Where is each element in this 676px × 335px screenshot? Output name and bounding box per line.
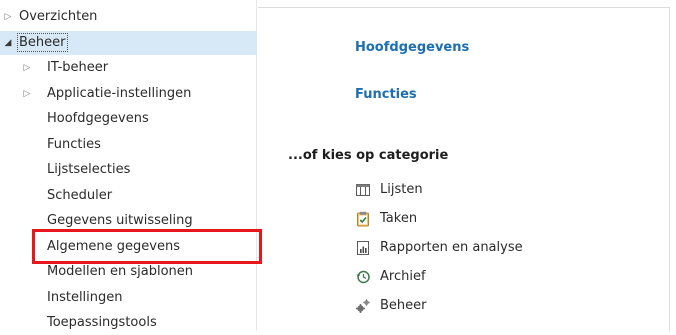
- nav-item-functies[interactable]: Functies: [0, 133, 257, 157]
- expand-arrow-icon[interactable]: ▷: [3, 5, 13, 29]
- nav-item-lijstselecties[interactable]: Lijstselecties: [0, 158, 257, 182]
- category-label: Archief: [380, 269, 426, 284]
- nav-item-applicatie-instellingen[interactable]: ▷ Applicatie-instellingen: [0, 82, 257, 106]
- nav-item-label: Applicatie-instellingen: [47, 86, 192, 101]
- link-functies[interactable]: Functies: [355, 87, 417, 102]
- nav-item-algemene-gegevens[interactable]: Algemene gegevens: [0, 235, 257, 259]
- nav-item-hoofdgegevens[interactable]: Hoofdgegevens: [0, 107, 257, 131]
- nav-item-instellingen[interactable]: Instellingen: [0, 286, 257, 310]
- application-window: ▷ Overzichten ◢ Beheer ▷ IT-beheer ▷ App…: [0, 0, 676, 331]
- nav-item-label: Scheduler: [47, 188, 113, 203]
- category-label: Beheer: [380, 298, 427, 313]
- nav-item-label: Beheer: [17, 33, 68, 52]
- nav-item-label: Algemene gegevens: [47, 239, 180, 254]
- report-chart-icon: [355, 240, 371, 256]
- nav-item-scheduler[interactable]: Scheduler: [0, 184, 257, 208]
- nav-item-label: Gegevens uitwisseling: [47, 213, 193, 228]
- category-label: Lijsten: [380, 182, 423, 197]
- category-label: Taken: [380, 211, 418, 226]
- list-grid-icon: [355, 182, 371, 198]
- nav-item-label: Overzichten: [19, 9, 98, 24]
- nav-item-label: Modellen en sjablonen: [47, 264, 194, 279]
- content-right-border: [669, 7, 670, 331]
- expand-arrow-icon[interactable]: ▷: [22, 82, 32, 106]
- nav-item-beheer[interactable]: ◢ Beheer: [0, 31, 257, 55]
- content-top-border: [258, 7, 670, 8]
- nav-item-toepassingstools[interactable]: Toepassingstools: [0, 311, 257, 335]
- collapse-arrow-icon[interactable]: ◢: [3, 31, 13, 55]
- clipboard-check-icon: [355, 211, 371, 227]
- category-archief[interactable]: Archief: [355, 265, 555, 289]
- category-taken[interactable]: Taken: [355, 207, 555, 231]
- category-lijsten[interactable]: Lijsten: [355, 178, 555, 202]
- link-hoofdgegevens[interactable]: Hoofdgegevens: [355, 40, 469, 55]
- category-heading: ...of kies op categorie: [288, 148, 449, 163]
- category-beheer[interactable]: Beheer: [355, 294, 555, 318]
- nav-item-label: Instellingen: [47, 290, 123, 305]
- nav-item-label: Hoofdgegevens: [47, 111, 149, 126]
- history-clock-icon: [355, 269, 371, 285]
- nav-item-gegevens-uitwisseling[interactable]: Gegevens uitwisseling: [0, 209, 257, 233]
- gears-icon: [355, 298, 371, 314]
- nav-item-modellen-en-sjablonen[interactable]: Modellen en sjablonen: [0, 260, 257, 284]
- category-rapporten-en-analyse[interactable]: Rapporten en analyse: [355, 236, 575, 260]
- nav-item-label: IT-beheer: [47, 60, 109, 75]
- navigation-tree: ▷ Overzichten ◢ Beheer ▷ IT-beheer ▷ App…: [0, 0, 257, 331]
- nav-item-label: Lijstselecties: [47, 162, 131, 177]
- category-label: Rapporten en analyse: [380, 240, 523, 255]
- nav-item-overzichten[interactable]: ▷ Overzichten: [0, 5, 257, 29]
- nav-item-it-beheer[interactable]: ▷ IT-beheer: [0, 56, 257, 80]
- expand-arrow-icon[interactable]: ▷: [22, 56, 32, 80]
- nav-item-label: Functies: [47, 137, 101, 152]
- nav-item-label: Toepassingstools: [47, 315, 157, 330]
